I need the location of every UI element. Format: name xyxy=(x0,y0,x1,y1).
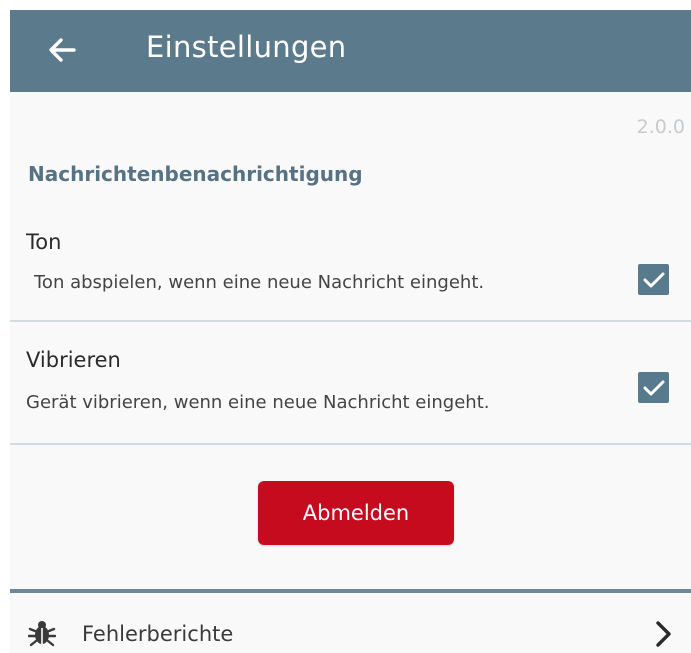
checkmark-icon xyxy=(643,380,664,395)
settings-screen: Einstellungen 2.0.0 Nachrichtenbenachric… xyxy=(0,0,691,653)
bug-report-label: Fehlerberichte xyxy=(82,622,234,646)
chevron-right-icon xyxy=(656,621,671,647)
section-title: Nachrichtenbenachrichtigung xyxy=(28,162,363,186)
logout-button[interactable]: Abmelden xyxy=(258,481,454,545)
setting-description-vibrate: Gerät vibrieren, wenn eine neue Nachrich… xyxy=(26,392,490,413)
back-button[interactable] xyxy=(42,28,82,72)
page-title: Einstellungen xyxy=(146,30,347,64)
settings-content: 2.0.0 Nachrichtenbenachrichtigung Ton To… xyxy=(10,92,691,653)
setting-row-sound[interactable]: Ton Ton abspielen, wenn eine neue Nachri… xyxy=(10,214,691,320)
app-bar: Einstellungen xyxy=(10,10,691,92)
setting-label-sound: Ton xyxy=(26,230,62,254)
bug-icon xyxy=(28,621,56,647)
sound-checkbox[interactable] xyxy=(638,264,669,295)
setting-description-sound: Ton abspielen, wenn eine neue Nachricht … xyxy=(34,272,485,293)
setting-row-vibrate[interactable]: Vibrieren Gerät vibrieren, wenn eine neu… xyxy=(10,320,691,443)
divider xyxy=(10,443,691,445)
setting-label-vibrate: Vibrieren xyxy=(26,348,121,372)
vibrate-checkbox[interactable] xyxy=(638,372,669,403)
bug-report-row[interactable]: Fehlerberichte xyxy=(10,593,691,653)
checkmark-icon xyxy=(643,272,664,287)
arrow-left-icon xyxy=(49,38,76,62)
version-label: 2.0.0 xyxy=(636,116,685,138)
